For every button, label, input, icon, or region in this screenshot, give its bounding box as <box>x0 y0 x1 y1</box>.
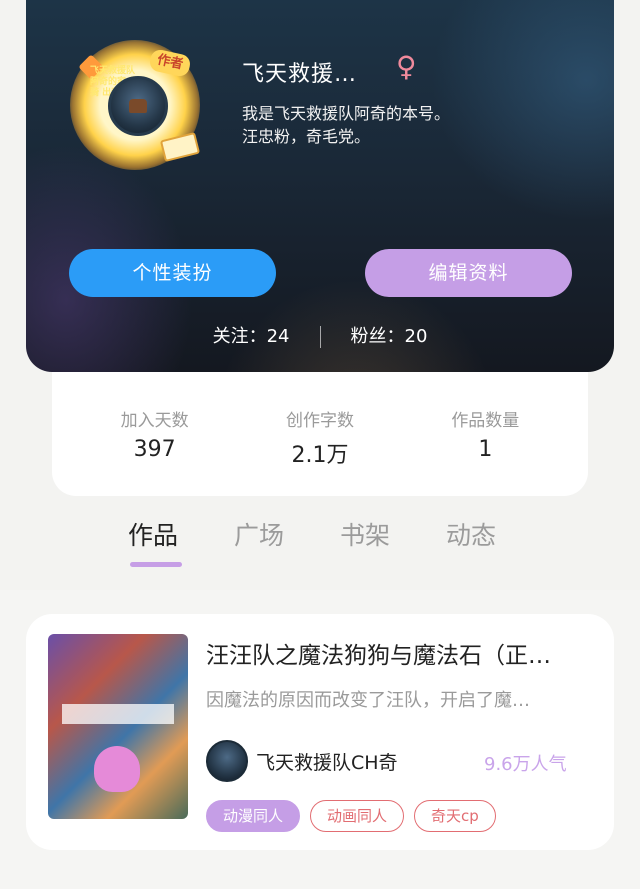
author-avatar[interactable] <box>206 740 248 782</box>
bio-line: 汪忠粉，奇毛党。 <box>242 127 371 146</box>
work-tags: 动漫同人 动画同人 奇天cp <box>206 800 506 832</box>
author-name[interactable]: 飞天救援队CH奇 <box>256 748 398 775</box>
following-count[interactable]: 关注：24 <box>213 326 290 347</box>
stat-label: 加入天数 <box>120 411 189 431</box>
stat-value: 1 <box>478 437 493 462</box>
stat-label: 作品数量 <box>451 411 520 431</box>
dress-up-button[interactable]: 个性装扮 <box>69 249 276 297</box>
tab-bookshelf[interactable]: 书架 <box>340 516 390 552</box>
follow-stats: 关注：24 粉丝：20 <box>26 322 614 348</box>
avatar-image <box>108 76 168 136</box>
tag-chip[interactable]: 动画同人 <box>310 800 405 832</box>
profile-avatar[interactable]: 飞天救援队阿奇的家 坐骑 出动 作者 <box>70 40 201 170</box>
tab-works[interactable]: 作品 <box>128 516 183 567</box>
profile-header: 飞天救援队阿奇的家 坐骑 出动 作者 飞天救援… ♀ 我是飞天救援队阿奇的本号。… <box>26 0 614 372</box>
tab-square[interactable]: 广场 <box>234 516 284 552</box>
tab-activity[interactable]: 动态 <box>446 516 496 552</box>
stat-works-count: 作品数量 1 <box>415 372 555 496</box>
profile-bio: 我是飞天救援队阿奇的本号。 汪忠粉，奇毛党。 <box>242 102 542 148</box>
stat-value: 2.1万 <box>291 443 349 468</box>
work-description: 因魔法的原因而改变了汪队，开启了魔… <box>206 690 530 711</box>
stats-card: 加入天数 397 创作字数 2.1万 作品数量 1 <box>52 372 588 496</box>
stat-join-days: 加入天数 397 <box>85 372 225 496</box>
profile-tabs: 作品 广场 书架 动态 <box>128 516 552 567</box>
divider <box>319 326 321 348</box>
popularity-count: 9.6万人气 <box>484 754 567 775</box>
female-gender-icon: ♀ <box>396 50 417 83</box>
profile-nickname: 飞天救援… <box>242 62 358 87</box>
stat-label: 创作字数 <box>285 411 354 431</box>
tag-chip[interactable]: 奇天cp <box>414 800 496 832</box>
work-title[interactable]: 汪汪队之魔法狗狗与魔法石（正… <box>206 636 596 670</box>
stat-value: 397 <box>133 437 176 462</box>
tag-chip[interactable]: 动漫同人 <box>206 800 301 832</box>
work-card[interactable]: 汪汪队之魔法狗狗与魔法石（正… 因魔法的原因而改变了汪队，开启了魔… 飞天救援队… <box>26 614 614 850</box>
bio-line: 我是飞天救援队阿奇的本号。 <box>242 104 451 123</box>
work-cover-image[interactable] <box>48 634 188 819</box>
stat-word-count: 创作字数 2.1万 <box>250 372 390 496</box>
followers-count[interactable]: 粉丝：20 <box>351 326 428 347</box>
edit-profile-button[interactable]: 编辑资料 <box>365 249 572 297</box>
